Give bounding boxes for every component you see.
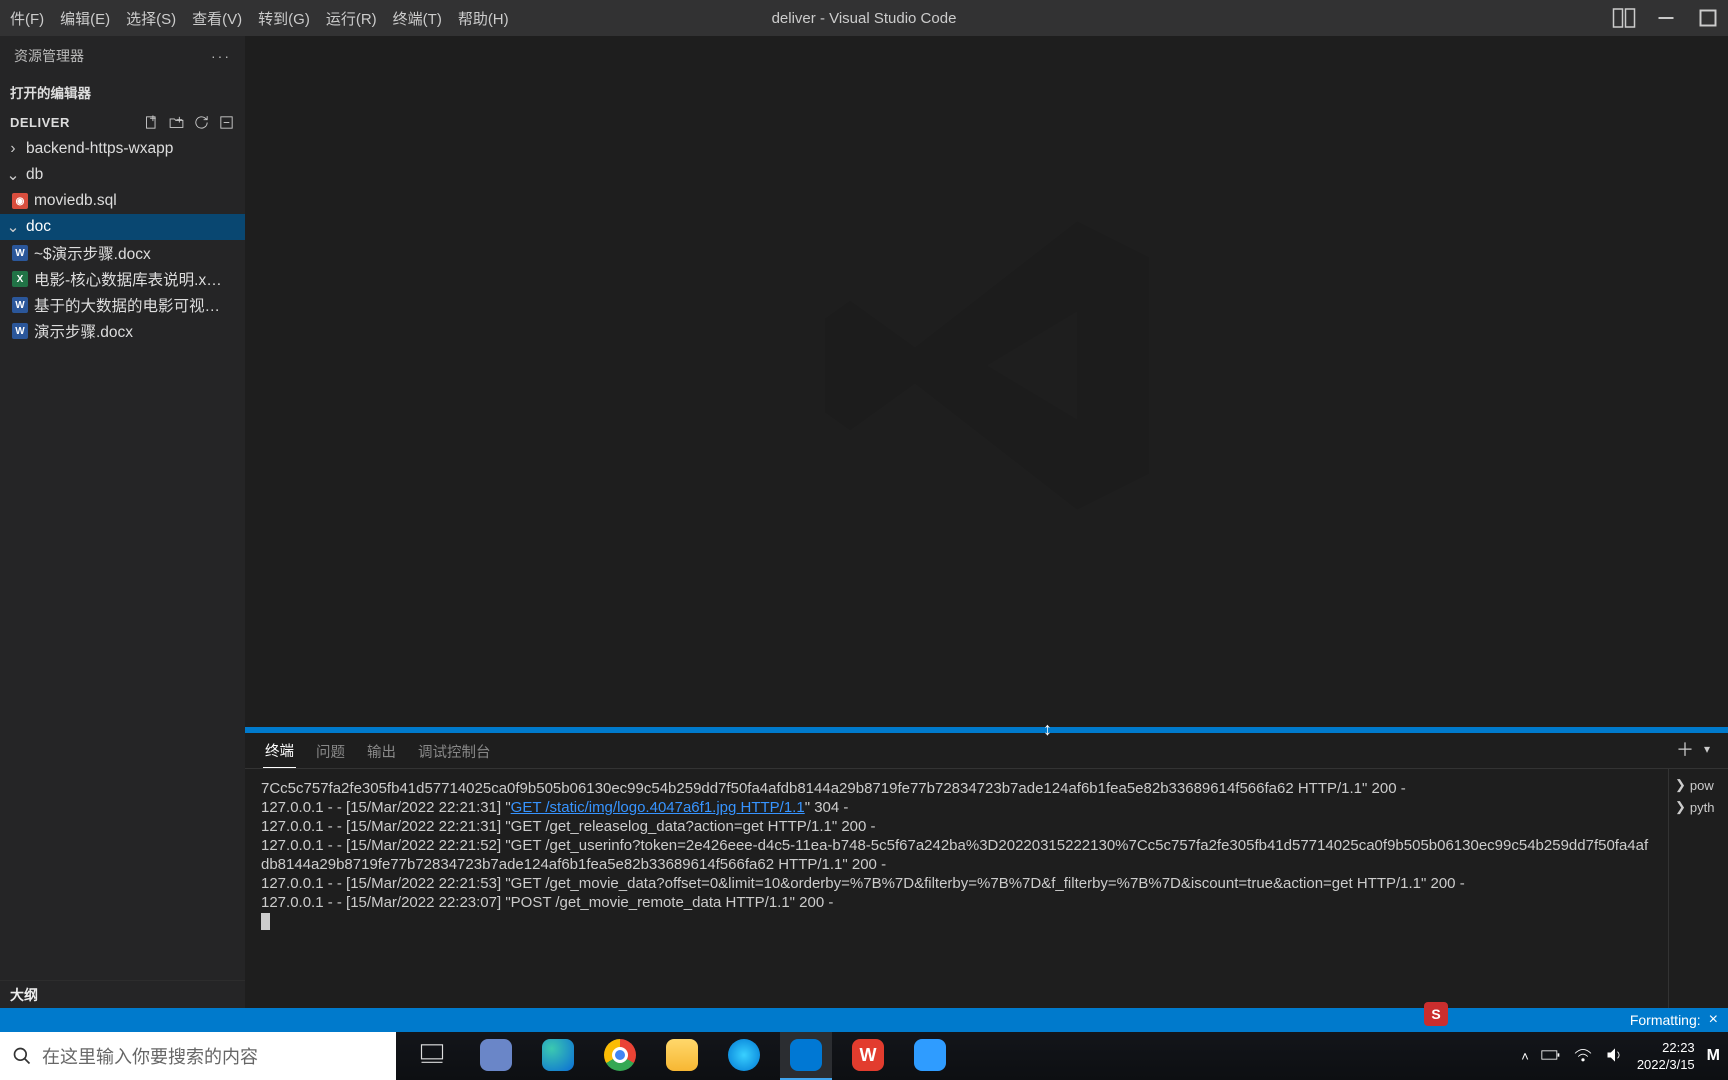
windows-taskbar: 在这里输入你要搜索的内容 W ˄ 22:23 2022/3/15 M (0, 1032, 1728, 1080)
sogou-ime-icon[interactable]: S (1424, 1002, 1448, 1026)
taskbar-clock[interactable]: 22:23 2022/3/15 (1637, 1039, 1695, 1073)
status-bar: Formatting: × (0, 1008, 1728, 1032)
close-icon[interactable]: × (1709, 1011, 1718, 1029)
project-header[interactable]: DELIVER (0, 108, 245, 136)
terminal-cursor (261, 913, 270, 930)
chevron-right-icon: › (6, 140, 20, 158)
clock-date: 2022/3/15 (1637, 1056, 1695, 1073)
terminal-output[interactable]: 7Cc5c757fa2fe305fb41d57714025ca0f9b505b0… (245, 769, 1668, 1008)
terminal-dropdown-icon[interactable]: ▾ (1704, 742, 1710, 756)
chevron-down-icon: ⌄ (6, 218, 20, 237)
ime-indicator[interactable]: M (1707, 1047, 1720, 1065)
tab-problems[interactable]: 问题 (314, 735, 347, 768)
status-formatting: Formatting: (1630, 1012, 1701, 1028)
new-file-icon[interactable] (143, 114, 160, 131)
collapse-icon[interactable] (218, 114, 235, 131)
menu-terminal[interactable]: 终端(T) (385, 0, 450, 36)
editor-empty (245, 36, 1728, 727)
refresh-icon[interactable] (193, 114, 210, 131)
excel-file-icon: X (12, 271, 28, 287)
taskbar-apps: W (408, 1032, 956, 1080)
tree-file[interactable]: W 基于的大数据的电影可视化... (0, 292, 245, 318)
menu-help[interactable]: 帮助(H) (450, 0, 517, 36)
new-terminal-button[interactable]: ＋ (1676, 736, 1694, 762)
search-placeholder: 在这里输入你要搜索的内容 (42, 1043, 258, 1069)
wifi-icon[interactable] (1573, 1047, 1593, 1066)
app-button[interactable] (904, 1032, 956, 1080)
project-name: DELIVER (10, 115, 70, 130)
wps-button[interactable]: W (842, 1032, 894, 1080)
terminal-entry[interactable]: ❯pyth (1675, 799, 1722, 815)
maximize-button[interactable] (1696, 6, 1720, 30)
menu-edit[interactable]: 编辑(E) (52, 0, 118, 36)
new-folder-icon[interactable] (168, 114, 185, 131)
word-file-icon: W (12, 323, 28, 339)
menu-go[interactable]: 转到(G) (250, 0, 318, 36)
terminal-list: ❯pow ❯pyth (1668, 769, 1728, 1008)
terminal-icon: ❯ (1675, 777, 1686, 793)
minimize-button[interactable] (1654, 6, 1678, 30)
explorer-title: 资源管理器 (14, 46, 84, 66)
tree-file[interactable]: ◉ moviedb.sql (0, 188, 245, 214)
chrome-button[interactable] (594, 1032, 646, 1080)
battery-icon[interactable] (1541, 1048, 1561, 1065)
title-bar: 件(F) 编辑(E) 选择(S) 查看(V) 转到(G) 运行(R) 终端(T)… (0, 0, 1728, 36)
vscode-button[interactable] (780, 1032, 832, 1080)
tree-file[interactable]: W ~$演示步骤.docx (0, 240, 245, 266)
clock-time: 22:23 (1637, 1039, 1695, 1056)
panel-resize-handle[interactable]: ↕ (245, 727, 1728, 733)
tab-terminal[interactable]: 终端 (263, 734, 296, 768)
tab-output[interactable]: 输出 (365, 735, 398, 768)
chevron-down-icon: ⌄ (6, 166, 20, 185)
menu-view[interactable]: 查看(V) (184, 0, 250, 36)
bottom-panel: 终端 问题 输出 调试控制台 ＋ ▾ 7Cc5c757fa2fe305fb41d… (245, 733, 1728, 1008)
outline-header[interactable]: 大纲 (0, 980, 245, 1008)
edge-button[interactable] (532, 1032, 584, 1080)
window-title: deliver - Visual Studio Code (772, 10, 957, 27)
system-tray: ˄ 22:23 2022/3/15 M (1521, 1039, 1728, 1073)
volume-icon[interactable] (1605, 1046, 1625, 1067)
tree-file[interactable]: X 电影-核心数据库表说明.xlsx (0, 266, 245, 292)
panel-tabs: 终端 问题 输出 调试控制台 ＋ ▾ (245, 733, 1728, 769)
file-tree: › backend-https-wxapp ⌄ db ◉ moviedb.sql… (0, 136, 245, 344)
menu-select[interactable]: 选择(S) (118, 0, 184, 36)
tree-folder-selected[interactable]: ⌄ doc (0, 214, 245, 240)
tree-folder[interactable]: › backend-https-wxapp (0, 136, 245, 162)
menu-file[interactable]: 件(F) (2, 0, 52, 36)
explorer-button[interactable] (656, 1032, 708, 1080)
open-editors-header[interactable]: 打开的编辑器 (0, 76, 245, 108)
terminal-link[interactable]: GET /static/img/logo.4047a6f1.jpg HTTP/1… (511, 799, 805, 816)
word-file-icon: W (12, 245, 28, 261)
search-icon (12, 1046, 32, 1066)
tray-chevron-icon[interactable]: ˄ (1521, 1049, 1529, 1064)
menu-bar: 件(F) 编辑(E) 选择(S) 查看(V) 转到(G) 运行(R) 终端(T)… (0, 0, 517, 36)
database-icon: ◉ (12, 193, 28, 209)
tab-debug-console[interactable]: 调试控制台 (416, 735, 493, 768)
terminal-icon: ❯ (1675, 799, 1686, 815)
window-controls (1612, 6, 1728, 30)
more-icon[interactable]: ··· (211, 48, 231, 64)
tree-folder[interactable]: ⌄ db (0, 162, 245, 188)
app-button[interactable] (470, 1032, 522, 1080)
resize-cursor-icon: ↕ (1043, 719, 1052, 740)
explorer-header: 资源管理器 ··· (0, 36, 245, 76)
app-button[interactable] (718, 1032, 770, 1080)
layout-icon[interactable] (1612, 6, 1636, 30)
windows-search[interactable]: 在这里输入你要搜索的内容 (0, 1032, 396, 1080)
vscode-watermark-icon (807, 185, 1167, 550)
explorer-sidebar: 资源管理器 ··· 打开的编辑器 DELIVER › backend-https… (0, 36, 245, 1008)
taskview-button[interactable] (408, 1032, 460, 1080)
editor-area: ↕ 终端 问题 输出 调试控制台 ＋ ▾ 7Cc5c757fa2fe305fb4… (245, 36, 1728, 1008)
word-file-icon: W (12, 297, 28, 313)
tree-file[interactable]: W 演示步骤.docx (0, 318, 245, 344)
terminal-entry[interactable]: ❯pow (1675, 777, 1722, 793)
menu-run[interactable]: 运行(R) (318, 0, 385, 36)
